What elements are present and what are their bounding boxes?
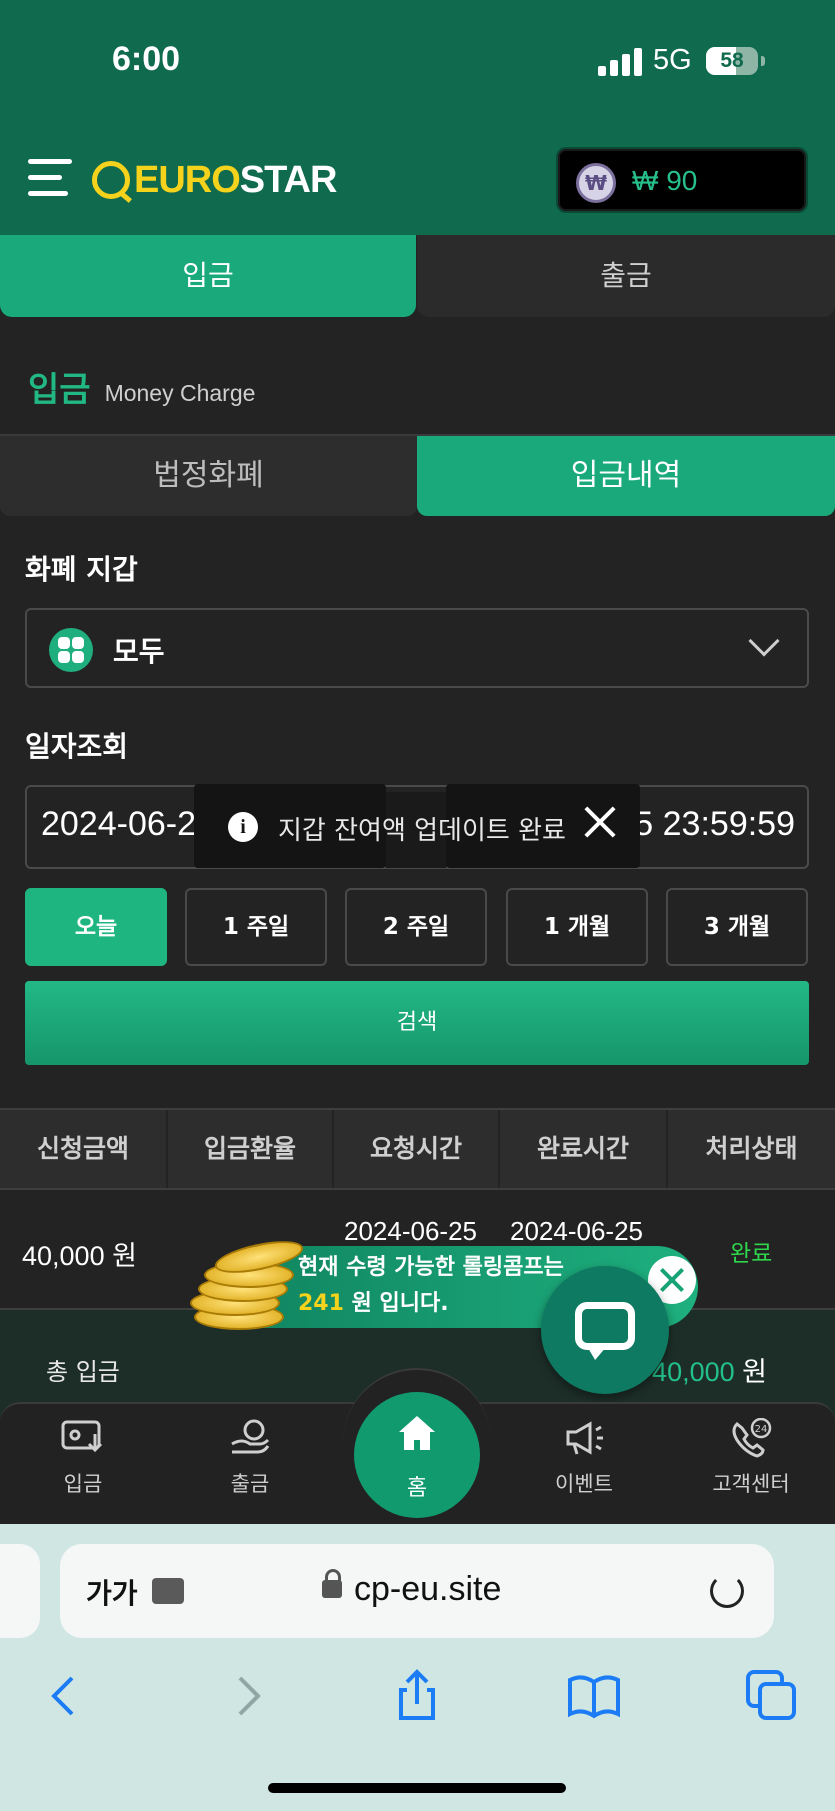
chat-bubble-icon xyxy=(575,1302,635,1350)
top-tabs: 입금 출금 xyxy=(0,235,835,317)
total-unit: 원 xyxy=(742,1357,767,1387)
total-value: 40,000 원 xyxy=(652,1350,767,1389)
toast-message: 지갑 잔여액 업데이트 완료 xyxy=(278,816,566,846)
logo-mark-icon xyxy=(92,161,130,199)
nav-deposit[interactable]: 입금 xyxy=(23,1418,143,1518)
table-header: 신청금액 입금환율 요청시간 완료시간 처리상태 xyxy=(0,1108,835,1190)
extension-icon[interactable] xyxy=(152,1578,184,1604)
signal-icon xyxy=(598,48,642,76)
period-1month-button[interactable]: 1 개월 xyxy=(506,888,648,966)
page-title-en: Money Charge xyxy=(104,380,256,406)
wallet-select[interactable]: 모두 xyxy=(25,608,809,688)
sub-tabs: 법정화폐 입금내역 xyxy=(0,434,835,516)
back-button[interactable] xyxy=(36,1666,96,1726)
status-bar: 6:00 5G 58 xyxy=(0,0,835,135)
home-button-frame: 홈 xyxy=(343,1368,491,1518)
period-3month-button[interactable]: 3 개월 xyxy=(666,888,808,966)
nav-support[interactable]: 24 고객센터 xyxy=(691,1417,811,1518)
promo-text-before: 현재 수령 가능한 롤링콤프는 xyxy=(298,1255,564,1280)
period-1week-button[interactable]: 1 주일 xyxy=(185,888,327,966)
period-today-button[interactable]: 오늘 xyxy=(25,888,167,966)
nav-events[interactable]: 이벤트 xyxy=(524,1418,644,1518)
search-button[interactable]: 검색 xyxy=(25,981,809,1065)
total-amount: 40,000 xyxy=(652,1357,735,1387)
wallet-amount: ₩ 90 xyxy=(632,165,698,196)
home-icon xyxy=(396,1414,438,1452)
wallet-filter-label: 화폐 지갑 xyxy=(25,553,138,586)
nav-events-label: 이벤트 xyxy=(555,1472,613,1496)
column-header-status: 처리상태 xyxy=(668,1110,835,1188)
close-icon[interactable] xyxy=(578,800,622,844)
date-filter-label: 일자조회 xyxy=(25,730,129,763)
page-title-kr: 입금 xyxy=(28,370,91,410)
live-chat-button[interactable] xyxy=(541,1266,669,1394)
battery-tip xyxy=(761,56,765,66)
reader-settings-button[interactable]: 가가 xyxy=(86,1572,138,1612)
wallet-select-value: 모두 xyxy=(113,635,165,668)
nav-home-label: 홈 xyxy=(406,1476,428,1501)
svg-text:24: 24 xyxy=(755,1424,768,1435)
withdraw-icon xyxy=(228,1418,272,1458)
chevron-down-icon xyxy=(748,625,780,657)
gold-coins-icon xyxy=(190,1234,306,1340)
total-label: 총 입금 xyxy=(46,1358,120,1386)
info-icon: i xyxy=(228,812,258,842)
logo-text-euro: EURO xyxy=(134,158,241,201)
period-2week-button[interactable]: 2 주일 xyxy=(345,888,487,966)
browser-chrome: 가가 cp-eu.site xyxy=(0,1524,835,1811)
reload-icon[interactable] xyxy=(710,1574,744,1608)
hamburger-icon[interactable] xyxy=(28,155,74,201)
status-time: 6:00 xyxy=(112,40,181,78)
forward-button[interactable] xyxy=(216,1666,276,1726)
all-grid-icon xyxy=(49,628,93,672)
logo-text-star: STAR xyxy=(239,158,338,201)
battery-icon: 58 xyxy=(706,47,758,75)
tab-deposit[interactable]: 입금 xyxy=(0,235,416,317)
tab-withdraw[interactable]: 출금 xyxy=(417,235,835,317)
promo-amount: 241 xyxy=(298,1291,344,1316)
home-indicator xyxy=(268,1783,566,1793)
deposit-icon xyxy=(61,1418,105,1458)
lock-icon xyxy=(322,1569,342,1598)
tabs-button[interactable] xyxy=(742,1666,802,1726)
address-bar[interactable]: 가가 cp-eu.site xyxy=(60,1544,774,1638)
url-text[interactable]: cp-eu.site xyxy=(354,1570,501,1609)
megaphone-icon xyxy=(562,1418,606,1458)
network-type: 5G xyxy=(653,44,692,76)
nav-support-label: 고객센터 xyxy=(712,1472,790,1496)
promo-text-after: 원 입니다. xyxy=(343,1291,449,1316)
page-title: 입금 Money Charge xyxy=(28,362,255,411)
nav-deposit-label: 입금 xyxy=(63,1472,103,1496)
logo[interactable]: EURO STAR xyxy=(92,157,338,203)
app-header: EURO STAR ₩ ₩ 90 xyxy=(0,135,835,235)
support-24-icon: 24 xyxy=(729,1417,773,1458)
battery-percent: 58 xyxy=(720,49,744,72)
share-button[interactable] xyxy=(387,1666,447,1726)
column-header-amount: 신청금액 xyxy=(0,1110,166,1188)
won-coin-icon: ₩ xyxy=(576,163,616,203)
nav-withdraw[interactable]: 출금 xyxy=(190,1418,310,1518)
bookmarks-button[interactable] xyxy=(564,1666,624,1726)
column-header-rate: 입금환율 xyxy=(168,1110,332,1188)
toast-notification: i 지갑 잔여액 업데이트 완료 xyxy=(194,784,640,868)
chat-bubble-tail xyxy=(583,1346,607,1360)
tab-fiat[interactable]: 법정화폐 xyxy=(0,436,417,516)
wallet-balance[interactable]: ₩ ₩ 90 xyxy=(558,149,806,211)
nav-home[interactable]: 홈 xyxy=(354,1392,480,1518)
cell-amount: 40,000 원 xyxy=(22,1241,137,1271)
tab-deposit-history[interactable]: 입금내역 xyxy=(417,436,835,516)
column-header-requested: 요청시간 xyxy=(334,1110,498,1188)
cell-status: 완료 xyxy=(730,1241,773,1267)
column-header-completed: 완료시간 xyxy=(500,1110,666,1188)
nav-withdraw-label: 출금 xyxy=(230,1472,270,1496)
previous-tab-peek[interactable] xyxy=(0,1544,40,1638)
